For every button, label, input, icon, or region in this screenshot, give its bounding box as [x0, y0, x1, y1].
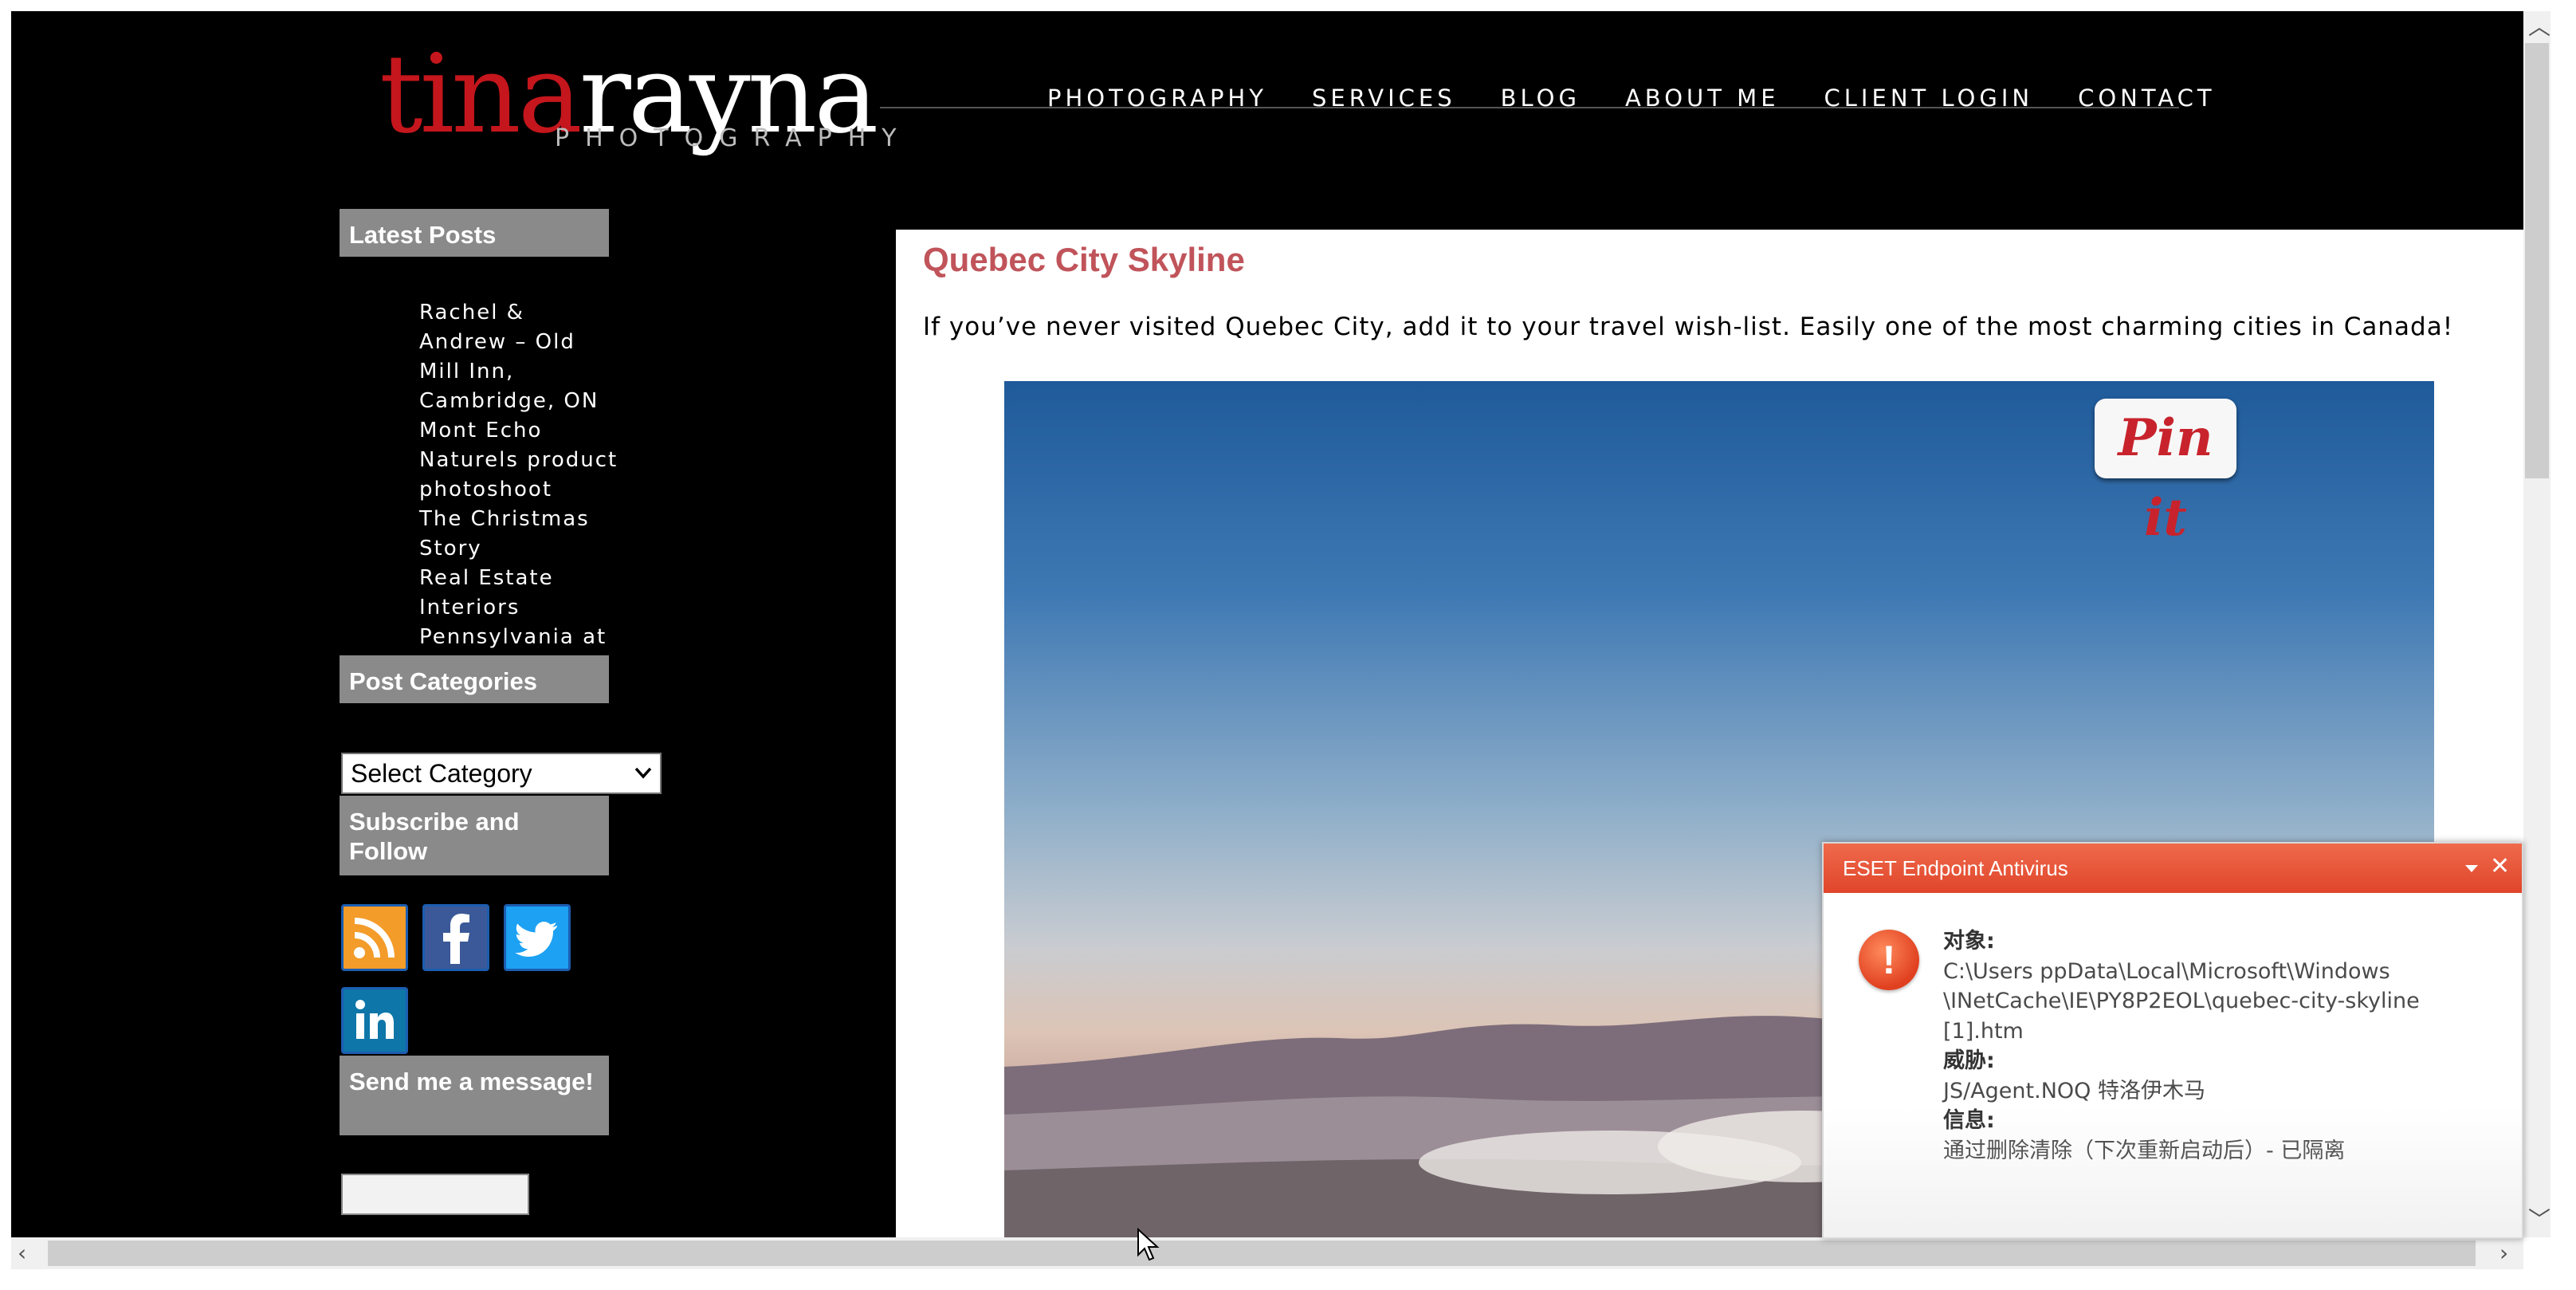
- scroll-down-icon[interactable]: ﹀: [2528, 1209, 2550, 1231]
- eset-details: 对象: C:\Users ppData\Local\Microsoft\Wind…: [1943, 926, 2517, 1166]
- dropdown-icon[interactable]: [2461, 858, 2482, 879]
- nav-blog[interactable]: BLOG: [1501, 85, 1581, 112]
- nav-about-me[interactable]: ABOUT ME: [1625, 85, 1780, 112]
- facebook-icon[interactable]: [422, 904, 489, 971]
- post-link[interactable]: Real Estate Interiors: [419, 564, 618, 623]
- object-path-line: C:\Users ppData\Local\Microsoft\Windows: [1943, 958, 2390, 984]
- object-path-line: \INetCache\IE\PY8P2EOL\quebec-city-skyli…: [1943, 989, 2420, 1013]
- post-body: If you’ve never visited Quebec City, add…: [923, 313, 2454, 341]
- category-select[interactable]: Select Category: [341, 753, 662, 794]
- threat-value: JS/Agent.NOQ 特洛伊木马: [1943, 1078, 2205, 1103]
- nav-photography[interactable]: PHOTOGRAPHY: [1047, 85, 1267, 112]
- pin-it-button[interactable]: Pin it: [2095, 399, 2236, 548]
- close-icon[interactable]: ✕: [2490, 855, 2510, 879]
- post-title[interactable]: Quebec City Skyline: [923, 241, 1245, 279]
- object-label: 对象:: [1943, 929, 1995, 954]
- post-link[interactable]: The Christmas Story: [419, 505, 618, 564]
- warning-icon: !: [1859, 930, 1919, 990]
- scroll-right-icon[interactable]: ›: [2499, 1242, 2508, 1264]
- post-link[interactable]: Rachel & Andrew – Old Mill Inn, Cambridg…: [419, 298, 618, 416]
- post-link[interactable]: Mont Echo Naturels product photoshoot: [419, 416, 618, 505]
- site-logo[interactable]: tinarayna PHOTOGRAPHY: [379, 32, 897, 171]
- scroll-up-icon[interactable]: ︿: [2528, 16, 2550, 38]
- mouse-cursor-icon: [1137, 1228, 1160, 1261]
- message-input[interactable]: [341, 1174, 529, 1215]
- threat-label: 威胁:: [1943, 1048, 1995, 1073]
- nav-services[interactable]: SERVICES: [1312, 85, 1456, 112]
- latest-posts-list: Rachel & Andrew – Old Mill Inn, Cambridg…: [419, 298, 618, 682]
- nav-client-login[interactable]: CLIENT LOGIN: [1824, 85, 2034, 112]
- horizontal-scroll-thumb[interactable]: [48, 1241, 2476, 1266]
- twitter-icon[interactable]: [504, 904, 571, 971]
- scroll-left-icon[interactable]: ‹: [18, 1242, 26, 1264]
- category-select-value: Select Category: [351, 759, 532, 788]
- post-categories-title: Post Categories: [340, 655, 609, 703]
- latest-posts-title: Latest Posts: [340, 209, 609, 257]
- eset-title: ESET Endpoint Antivirus: [1824, 844, 2522, 893]
- logo-red-text: tina: [379, 32, 583, 158]
- object-path-line: [1].htm: [1943, 1018, 2024, 1044]
- linkedin-icon[interactable]: [341, 987, 408, 1054]
- eset-notification: ESET Endpoint Antivirus ✕ ! 对象: C:\Users…: [1822, 842, 2523, 1239]
- info-value: 通过删除清除（下次重新启动后）- 已隔离: [1943, 1138, 2346, 1163]
- nav-contact[interactable]: CONTACT: [2078, 85, 2216, 112]
- rss-icon[interactable]: [341, 904, 408, 971]
- info-label: 信息:: [1943, 1108, 1995, 1133]
- chevron-down-icon: [634, 767, 652, 779]
- logo-tagline: PHOTOGRAPHY: [555, 124, 913, 152]
- vertical-scroll-thumb[interactable]: [2525, 43, 2549, 478]
- subscribe-title: Subscribe and Follow: [340, 796, 609, 875]
- main-nav: PHOTOGRAPHY SERVICES BLOG ABOUT ME CLIEN…: [1047, 85, 2216, 112]
- send-message-title: Send me a message!: [340, 1056, 609, 1135]
